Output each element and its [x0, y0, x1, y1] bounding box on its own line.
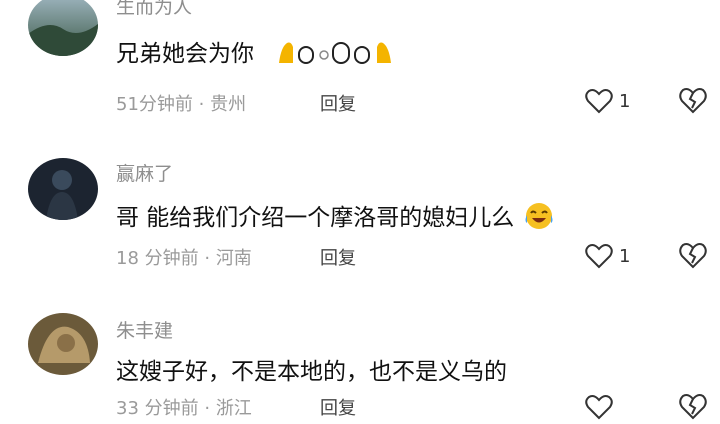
like-button[interactable]: 1 — [585, 241, 630, 271]
broken-heart-icon — [679, 88, 707, 114]
avatar-image — [28, 0, 98, 56]
comment-username[interactable]: 朱丰建 — [116, 316, 173, 343]
broken-heart-icon — [679, 243, 707, 269]
comment-time: 18 分钟前 — [116, 248, 199, 269]
meta-separator: · — [198, 398, 216, 419]
dislike-button[interactable] — [678, 86, 708, 116]
comment-meta: 51分钟前 · 贵州 — [116, 90, 246, 116]
like-count: 1 — [619, 90, 631, 112]
reply-button[interactable]: 回复 — [320, 394, 356, 420]
comment-location: 河南 — [215, 248, 252, 269]
avatar[interactable] — [28, 0, 98, 56]
comment-location: 浙江 — [215, 398, 252, 419]
avatar-image — [28, 158, 98, 220]
comment-time: 33 分钟前 — [116, 398, 199, 419]
comment-text-body: 哥 能给我们介绍一个摩洛哥的媳妇儿么 — [116, 205, 515, 231]
reply-button[interactable]: 回复 — [320, 90, 356, 116]
comment-location: 贵州 — [210, 94, 247, 115]
comment-meta: 18 分钟前 · 河南 — [116, 244, 252, 270]
dislike-button[interactable] — [678, 392, 708, 422]
crying-laughing-emoji-icon — [524, 201, 554, 237]
comment-text: 这嫂子好，不是本地的，也不是义乌的 — [116, 352, 507, 386]
reply-button[interactable]: 回复 — [320, 244, 356, 270]
heart-icon — [585, 395, 613, 420]
broken-heart-icon — [679, 394, 707, 420]
comment-text: 兄弟她会为你 — [116, 34, 393, 73]
comment-time: 51分钟前 — [116, 94, 193, 115]
comment-meta: 33 分钟前 · 浙江 — [116, 394, 252, 420]
dislike-button[interactable] — [678, 241, 708, 271]
meta-separator: · — [192, 94, 211, 115]
meta-separator: · — [198, 248, 216, 269]
like-count: 1 — [619, 245, 631, 267]
heart-icon — [585, 89, 613, 114]
avatar-image — [28, 313, 98, 375]
like-button[interactable] — [585, 392, 613, 422]
comment-username[interactable]: 生而为人 — [116, 0, 192, 19]
comment-text-body: 兄弟她会为你 — [116, 41, 254, 67]
heart-icon — [585, 244, 613, 269]
like-button[interactable]: 1 — [585, 86, 630, 116]
folded-hands-emoji-icon — [275, 37, 393, 73]
comment-text-body: 这嫂子好，不是本地的，也不是义乌的 — [116, 359, 507, 385]
avatar[interactable] — [28, 158, 98, 220]
avatar[interactable] — [28, 313, 98, 375]
comment-username[interactable]: 赢麻了 — [116, 159, 173, 186]
comment-text: 哥 能给我们介绍一个摩洛哥的媳妇儿么 — [116, 198, 554, 237]
